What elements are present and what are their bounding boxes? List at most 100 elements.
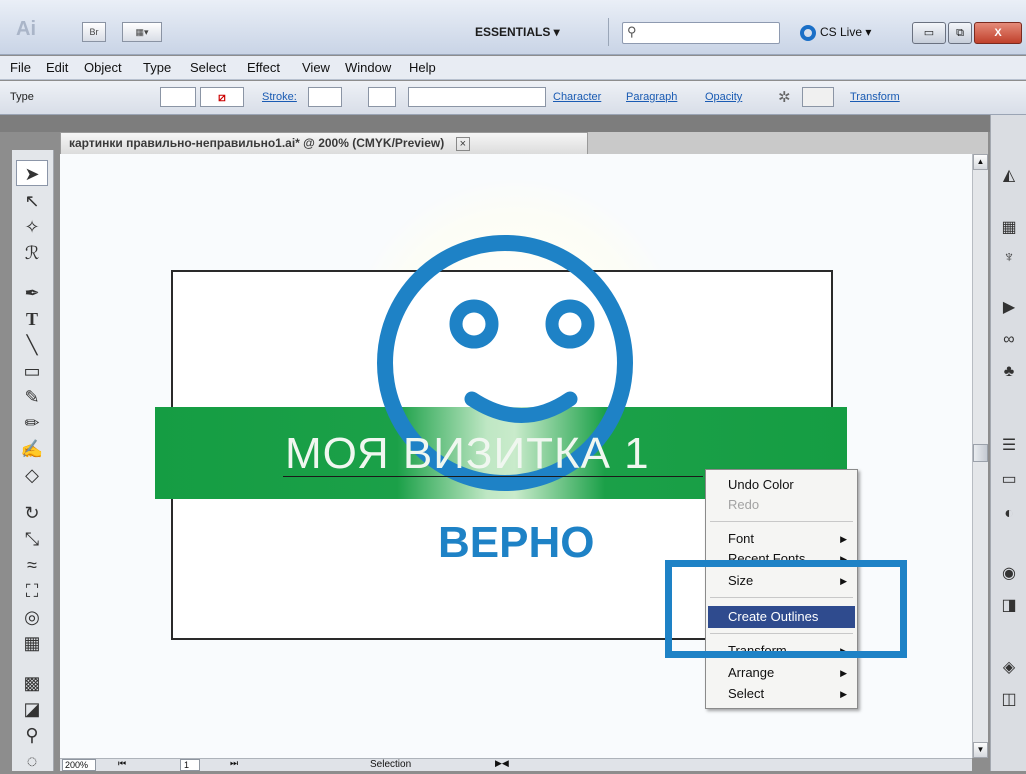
menu-item-undo-color[interactable]: Undo Color: [708, 474, 855, 496]
transform-link[interactable]: Transform: [850, 91, 900, 103]
pencil-tool-icon[interactable]: ✏: [16, 410, 48, 436]
scroll-up-icon[interactable]: ▲: [973, 154, 988, 170]
paintbrush-tool-icon[interactable]: ✎: [16, 384, 48, 410]
magic-wand-tool-icon[interactable]: ✧: [16, 214, 48, 240]
submenu-arrow-icon: ▶: [840, 689, 847, 699]
recolor-icon[interactable]: ✲: [778, 88, 791, 106]
menu-window[interactable]: Window: [345, 60, 391, 75]
gradient-tool-icon[interactable]: ◪: [16, 696, 48, 722]
artboard-nav-first-icon[interactable]: ⏮: [118, 758, 126, 769]
style-dropdown[interactable]: [802, 87, 834, 107]
artboard-nav-last-icon[interactable]: ⏭: [230, 758, 238, 769]
stroke-weight-dropdown[interactable]: [368, 87, 396, 107]
close-tab-icon[interactable]: ×: [455, 137, 471, 151]
document-tab[interactable]: картинки правильно-неправильно1.ai* @ 20…: [60, 132, 588, 154]
line-tool-icon[interactable]: ╲: [16, 332, 48, 358]
menu-select[interactable]: Select: [190, 60, 226, 75]
tutorial-highlight-frame: [665, 560, 907, 658]
blob-brush-tool-icon[interactable]: ✍: [16, 436, 48, 462]
appearance-panel-icon[interactable]: ◉: [995, 561, 1023, 587]
fill-swatch[interactable]: [160, 87, 196, 107]
paragraph-panel-link[interactable]: Paragraph: [626, 91, 677, 103]
type-tool-icon[interactable]: T: [16, 306, 48, 332]
transparency-panel-icon[interactable]: ◐: [995, 501, 1023, 527]
stroke-panel-icon[interactable]: ☰: [995, 433, 1023, 459]
scroll-thumb[interactable]: [973, 444, 988, 462]
menu-item-arrange[interactable]: Arrange ▶: [708, 662, 855, 684]
links-panel-icon[interactable]: ∞: [995, 327, 1023, 353]
gradient-panel-icon[interactable]: ▭: [995, 467, 1023, 493]
selection-tool-icon[interactable]: ➤: [16, 160, 48, 186]
menu-effect[interactable]: Effect: [247, 60, 280, 75]
minimize-button[interactable]: ▭: [912, 22, 946, 44]
close-button[interactable]: X: [974, 22, 1022, 44]
cs-live-menu[interactable]: CS Live ▾: [800, 22, 871, 42]
stroke-weight-field[interactable]: [308, 87, 342, 107]
bridge-button[interactable]: Br: [82, 22, 106, 42]
status-bar: 200% ⏮ 1 ⏭ Selection ▶◀: [60, 758, 972, 771]
cs-live-label: CS Live ▾: [820, 25, 872, 39]
artboards-panel-icon[interactable]: ◫: [995, 687, 1023, 713]
stroke-link[interactable]: Stroke:: [262, 91, 297, 103]
status-tool: Selection: [370, 759, 412, 770]
actions-panel-icon[interactable]: ▶: [995, 295, 1023, 321]
menu-type[interactable]: Type: [143, 60, 171, 75]
menu-view[interactable]: View: [302, 60, 330, 75]
brushes-panel-icon[interactable]: ♆: [995, 245, 1023, 271]
mesh-tool-icon[interactable]: ▩: [16, 670, 48, 696]
scroll-down-icon[interactable]: ▼: [973, 742, 988, 758]
menu-item-label: Select: [728, 686, 765, 701]
swatches-panel-icon[interactable]: ▦: [995, 215, 1023, 241]
docked-panels: ◭ ▦ ♆ ▶ ∞ ♣ ☰ ▭ ◐ ◉ ◨ ◈ ◫: [990, 115, 1026, 771]
color-panel-icon[interactable]: ◭: [995, 163, 1023, 189]
business-card-title[interactable]: МОЯ ВИЗИТКА 1: [285, 429, 650, 479]
shape-builder-tool-icon[interactable]: ◎: [16, 604, 48, 630]
vertical-scrollbar[interactable]: ▲ ▼: [972, 154, 988, 758]
stroke-swatch[interactable]: ⧄: [200, 87, 244, 107]
layers-panel-icon[interactable]: ◈: [995, 655, 1023, 681]
submenu-arrow-icon: ▶: [840, 668, 847, 678]
menu-item-label: Arrange: [728, 665, 775, 680]
tools-panel: ➤ ↖ ✧ ℛ ✒ T ╲ ▭ ✎ ✏ ✍ ◇ ↻ ⤡ ≈ ⛶ ◎ ▦ ▩ ◪ …: [12, 150, 54, 771]
direct-selection-tool-icon[interactable]: ↖: [16, 188, 48, 214]
smiley-left-eye: [449, 299, 499, 349]
submenu-arrow-icon: ▶: [840, 534, 847, 544]
pen-tool-icon[interactable]: ✒: [16, 280, 48, 306]
text-baseline: [283, 476, 703, 477]
status-menu-icon[interactable]: ▶◀: [495, 758, 509, 769]
zoom-level[interactable]: 200%: [62, 759, 96, 771]
warp-tool-icon[interactable]: ≈: [16, 552, 48, 578]
scale-tool-icon[interactable]: ⤡: [16, 526, 48, 552]
menu-file[interactable]: File: [10, 60, 31, 75]
lasso-tool-icon[interactable]: ℛ: [16, 240, 48, 266]
menu-item-label: Undo Color: [728, 477, 794, 492]
graphic-styles-panel-icon[interactable]: ◨: [995, 593, 1023, 619]
blend-tool-icon[interactable]: ◌: [16, 748, 48, 774]
rectangle-tool-icon[interactable]: ▭: [16, 358, 48, 384]
restore-button[interactable]: ⧉: [948, 22, 972, 44]
opacity-link[interactable]: Opacity: [705, 91, 742, 103]
menu-separator: [710, 521, 853, 522]
eraser-tool-icon[interactable]: ◇: [16, 462, 48, 488]
smiley-right-eye: [545, 299, 595, 349]
verdict-label: ВЕРНО: [438, 518, 595, 567]
menu-item-font[interactable]: Font ▶: [708, 528, 855, 550]
menu-edit[interactable]: Edit: [46, 60, 68, 75]
perspective-grid-tool-icon[interactable]: ▦: [16, 630, 48, 656]
workspace-switcher[interactable]: ESSENTIALS ▾: [475, 20, 605, 44]
document-tab-title: картинки правильно-неправильно1.ai* @ 20…: [69, 136, 445, 150]
search-input[interactable]: ⚲: [622, 22, 780, 44]
eyedropper-tool-icon[interactable]: ⚲: [16, 722, 48, 748]
search-icon: ⚲: [627, 24, 637, 39]
symbols-panel-icon[interactable]: ♣: [995, 359, 1023, 385]
character-panel-link[interactable]: Character: [553, 91, 601, 103]
menu-object[interactable]: Object: [84, 60, 122, 75]
free-transform-tool-icon[interactable]: ⛶: [16, 578, 48, 604]
menu-help[interactable]: Help: [409, 60, 436, 75]
artboard-number[interactable]: 1: [180, 759, 200, 771]
menu-item-select[interactable]: Select ▶: [708, 683, 855, 705]
rotate-tool-icon[interactable]: ↻: [16, 500, 48, 526]
font-family-field[interactable]: [408, 87, 546, 107]
arrange-documents-button[interactable]: ▦▾: [122, 22, 162, 42]
control-bar: Type ⧄ Stroke: Character Paragraph Opaci…: [0, 81, 1026, 115]
